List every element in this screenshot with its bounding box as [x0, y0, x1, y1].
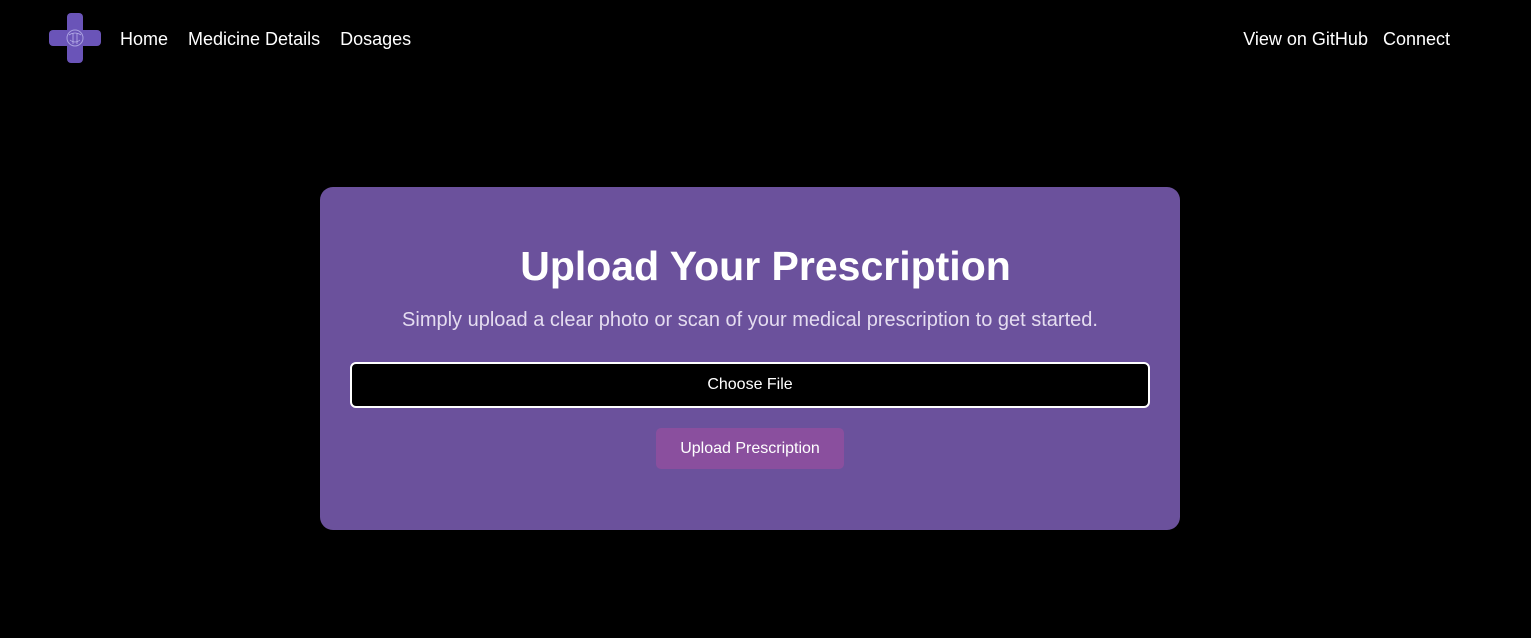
nav-connect-link[interactable]: Connect — [1383, 29, 1450, 50]
upload-card — [320, 187, 1180, 530]
nav-medicine-details-link[interactable]: Medicine Details — [188, 29, 320, 50]
primary-nav: Home Medicine Details Dosages — [120, 29, 411, 50]
page-title: Upload Your Prescription — [520, 243, 1011, 289]
nav-dosages-link[interactable]: Dosages — [340, 29, 411, 50]
nav-github-link[interactable]: View on GitHub — [1243, 29, 1368, 50]
navbar: Home Medicine Details Dosages View on Gi… — [0, 0, 1531, 80]
page-subtitle: Simply upload a clear photo or scan of y… — [402, 309, 1098, 331]
choose-file-input[interactable]: Choose File — [350, 362, 1150, 408]
upload-prescription-button[interactable]: Upload Prescription — [656, 428, 844, 469]
secondary-nav: View on GitHub Connect — [1243, 29, 1450, 50]
nav-home-link[interactable]: Home — [120, 29, 168, 50]
medical-cross-logo-icon[interactable] — [49, 13, 101, 63]
